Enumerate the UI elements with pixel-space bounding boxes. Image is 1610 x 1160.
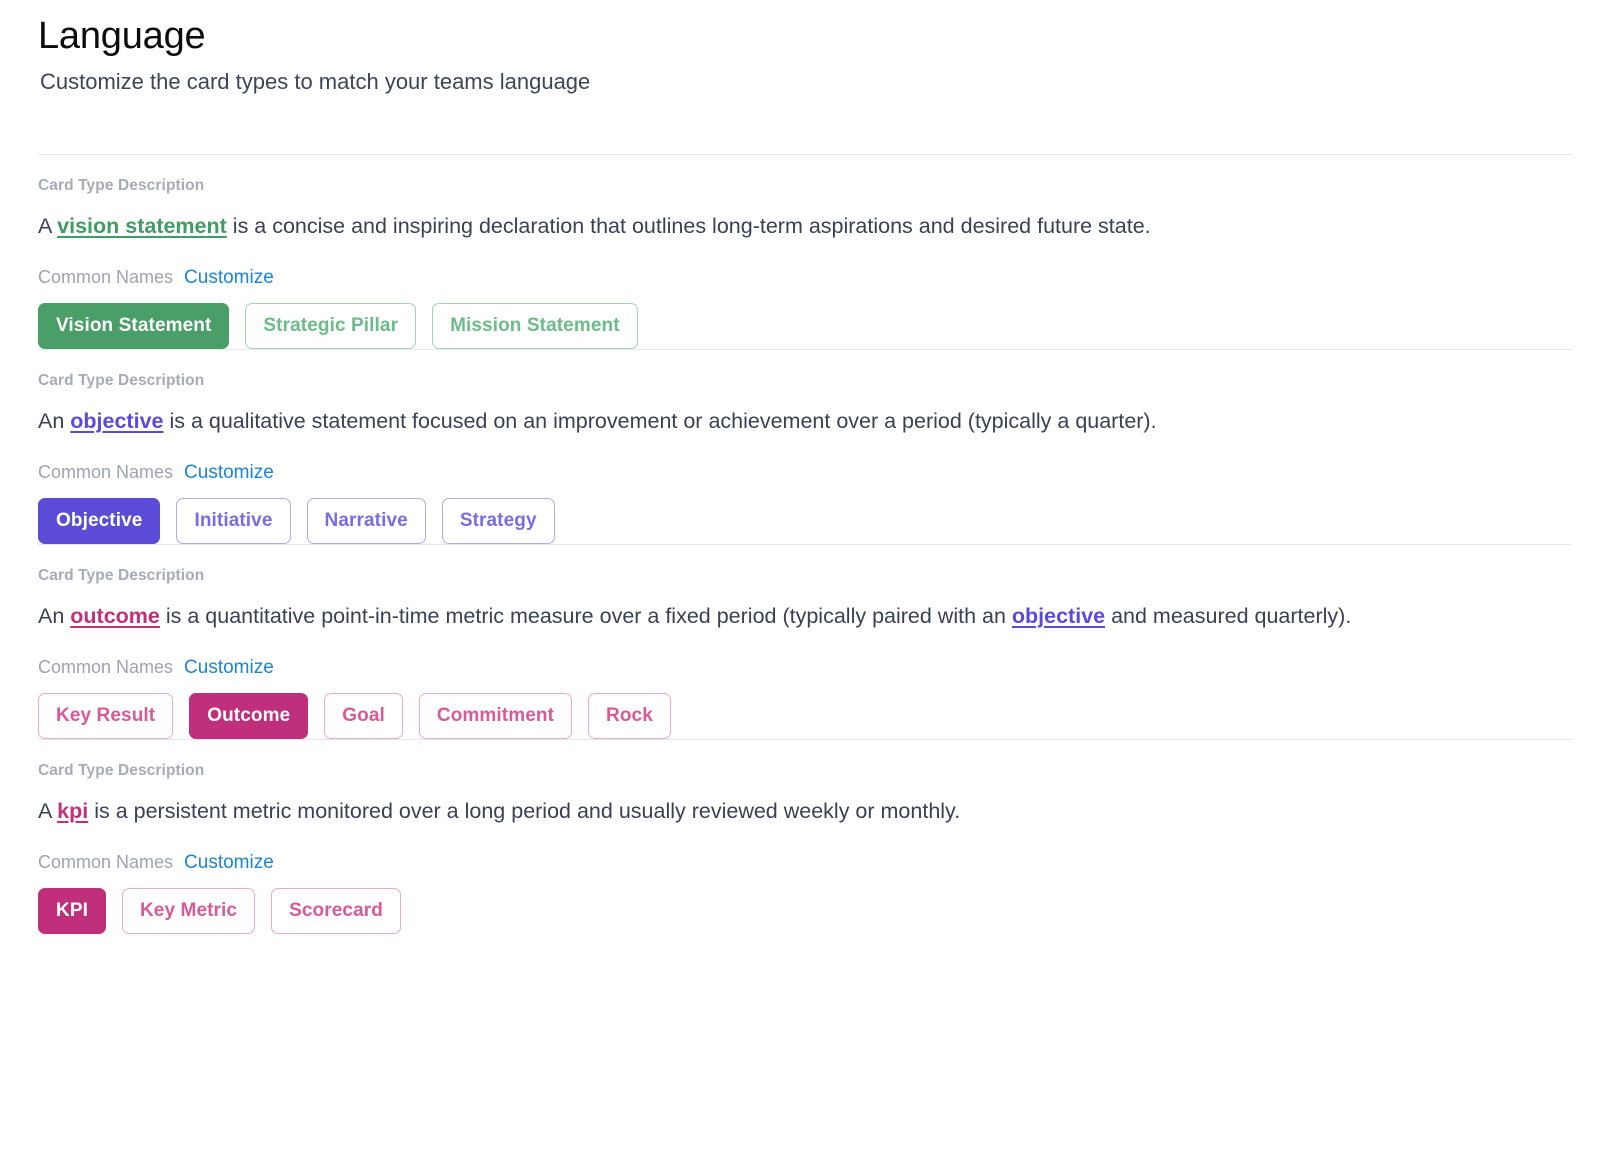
common-name-pill[interactable]: Mission Statement: [432, 302, 638, 349]
common-names-row: Common Names Customize: [38, 852, 1572, 874]
card-type-term-link[interactable]: kpi: [57, 799, 88, 823]
common-name-pill[interactable]: Key Metric: [121, 887, 256, 934]
common-names-row: Common Names Customize: [38, 267, 1572, 289]
common-names-pill-row: Vision Statement Strategic Pillar Mission …: [38, 302, 1572, 349]
common-names-label: Common Names: [38, 461, 174, 482]
customize-link[interactable]: Customize: [184, 657, 274, 679]
common-names-pill-row: KPI Key Metric Scorecard: [38, 887, 1572, 934]
customize-link[interactable]: Customize: [184, 267, 274, 289]
common-name-pill[interactable]: Initiative: [176, 497, 291, 544]
common-name-pill[interactable]: Commitment: [418, 692, 573, 739]
card-type-description-label: Card Type Description: [38, 566, 205, 584]
page-subtitle: Customize the card types to match your t…: [40, 69, 591, 95]
card-type-description-text: A kpi is a persistent metric monitored o…: [38, 798, 961, 823]
card-type-term-link[interactable]: vision statement: [57, 214, 227, 238]
page-header: Language Customize the card types to mat…: [38, 0, 1572, 97]
page-title: Language: [38, 15, 206, 57]
common-name-pill-selected[interactable]: Vision Statement: [38, 302, 230, 349]
card-type-description-text: An objective is a qualitative statement …: [38, 408, 1157, 433]
common-name-pill[interactable]: Scorecard: [271, 887, 401, 934]
common-name-pill-selected[interactable]: Objective: [38, 497, 161, 544]
common-name-pill[interactable]: Rock: [588, 692, 671, 739]
common-name-pill-selected[interactable]: Outcome: [189, 692, 309, 739]
common-names-label: Common Names: [38, 266, 174, 287]
card-type-section-outcome: Card Type Description An outcome is a qua…: [38, 543, 1572, 739]
common-name-pill-selected[interactable]: KPI: [38, 887, 106, 934]
card-type-description-text: An outcome is a quantitative point-in-ti…: [38, 603, 1352, 628]
card-type-term-link[interactable]: objective: [70, 409, 163, 433]
card-type-sections: Card Type Description A vision statement …: [38, 153, 1572, 954]
common-name-pill[interactable]: Narrative: [306, 497, 426, 544]
common-names-row: Common Names Customize: [38, 462, 1572, 484]
common-name-pill[interactable]: Key Result: [38, 692, 174, 739]
card-type-term-link[interactable]: outcome: [70, 604, 160, 628]
common-name-pill[interactable]: Strategic Pillar: [245, 302, 417, 349]
card-type-description-text: A vision statement is a concise and insp…: [38, 213, 1151, 238]
card-type-section-kpi: Card Type Description A kpi is a persiste…: [38, 738, 1572, 954]
card-type-description-label: Card Type Description: [38, 761, 205, 779]
language-settings-page: Language Customize the card types to mat…: [0, 0, 1610, 954]
customize-link[interactable]: Customize: [184, 852, 274, 874]
customize-link[interactable]: Customize: [184, 462, 274, 484]
common-names-pill-row: Key Result Outcome Goal Commitment Rock: [38, 692, 1572, 739]
common-names-label: Common Names: [38, 851, 174, 872]
common-name-pill[interactable]: Goal: [324, 692, 403, 739]
card-type-section-vision: Card Type Description A vision statement …: [38, 153, 1572, 349]
common-names-pill-row: Objective Initiative Narrative Strategy: [38, 497, 1572, 544]
card-type-description-label: Card Type Description: [38, 371, 205, 389]
card-type-description-label: Card Type Description: [38, 176, 205, 194]
common-name-pill[interactable]: Strategy: [441, 497, 555, 544]
common-names-row: Common Names Customize: [38, 657, 1572, 679]
common-names-label: Common Names: [38, 656, 174, 677]
card-type-term-link[interactable]: objective: [1012, 604, 1105, 628]
card-type-section-objective: Card Type Description An objective is a q…: [38, 348, 1572, 544]
